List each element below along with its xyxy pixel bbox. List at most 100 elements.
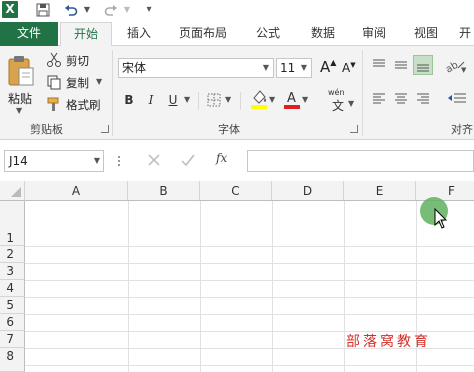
paste-dropdown-icon[interactable]: ▼ — [16, 106, 22, 115]
align-bottom-icon[interactable] — [413, 55, 433, 75]
row-header[interactable]: 8 — [0, 348, 25, 372]
cancel-icon[interactable] — [146, 152, 162, 168]
copy-icon[interactable] — [46, 74, 62, 90]
font-name-value: 宋体 — [122, 61, 147, 75]
clipboard-launcher-icon[interactable] — [101, 125, 109, 133]
column-header[interactable]: E — [344, 181, 416, 201]
font-name-box[interactable]: 宋体 ▼ — [118, 58, 274, 78]
row-header[interactable]: 3 — [0, 263, 25, 280]
phonetic-guide-char[interactable]: 文 — [332, 97, 344, 114]
row-header[interactable]: 6 — [0, 314, 25, 331]
font-color-dropdown-icon[interactable]: ▼ — [302, 95, 308, 104]
font-divider — [198, 92, 199, 110]
align-middle-icon[interactable] — [392, 56, 410, 74]
grid-line — [25, 314, 474, 315]
group-divider — [112, 50, 113, 136]
grow-font-icon: A — [320, 58, 331, 76]
font-size-box[interactable]: 11 ▼ — [276, 58, 312, 78]
copy-dropdown-icon[interactable]: ▼ — [96, 77, 102, 86]
grid-line — [25, 263, 474, 264]
decrease-indent-icon[interactable] — [446, 90, 468, 108]
italic-button[interactable]: I — [142, 90, 160, 110]
watermark-text: 部落窝教育 — [346, 334, 431, 350]
excel-logo: X — [2, 1, 18, 18]
font-group-label: 字体 — [218, 123, 240, 136]
row-header[interactable]: 2 — [0, 246, 25, 263]
font-divider — [240, 92, 241, 110]
paste-button[interactable]: 粘贴 — [8, 90, 32, 107]
row-header[interactable]: 1 — [0, 201, 25, 246]
tab-formulas[interactable]: 公式 — [244, 22, 292, 46]
name-box[interactable]: J14 ▼ — [4, 150, 104, 172]
align-top-icon[interactable] — [370, 56, 388, 74]
tab-insert[interactable]: 插入 — [114, 22, 164, 46]
fill-color-dropdown-icon[interactable]: ▼ — [269, 95, 275, 104]
borders-icon[interactable] — [206, 92, 222, 108]
redo-icon[interactable] — [102, 1, 120, 19]
font-name-dropdown-icon[interactable]: ▼ — [259, 59, 273, 77]
save-icon[interactable] — [34, 1, 52, 19]
row-header[interactable]: 7 — [0, 331, 25, 348]
customize-qat-icon[interactable]: ▾ — [142, 1, 156, 19]
cut-icon[interactable] — [46, 52, 62, 68]
paste-icon[interactable] — [6, 54, 36, 88]
underline-dropdown-icon[interactable]: ▼ — [184, 95, 190, 104]
select-all-corner[interactable] — [0, 181, 25, 201]
mouse-cursor-icon — [434, 207, 448, 230]
tab-review[interactable]: 审阅 — [354, 22, 394, 46]
bold-button[interactable]: B — [120, 90, 138, 110]
grow-font-button[interactable]: A▲ — [320, 58, 336, 76]
grid-line — [25, 280, 474, 281]
cut-button[interactable]: 剪切 — [66, 53, 89, 69]
font-size-value: 11 — [280, 61, 296, 75]
tab-data[interactable]: 数据 — [300, 22, 346, 46]
formula-bar-grip[interactable] — [117, 154, 121, 168]
undo-dropdown-icon[interactable]: ▼ — [82, 1, 92, 19]
enter-icon[interactable] — [180, 152, 196, 168]
tab-file[interactable]: 文件 — [0, 22, 58, 46]
ribbon-tabs: 文件 开始 插入 页面布局 公式 数据 审阅 视图 开 — [0, 22, 474, 47]
formula-input[interactable] — [247, 150, 474, 172]
row-header[interactable]: 4 — [0, 280, 25, 297]
underline-button[interactable]: U — [164, 90, 182, 110]
row-header[interactable]: 5 — [0, 297, 25, 314]
tab-view[interactable]: 视图 — [406, 22, 446, 46]
grid-line — [344, 201, 345, 372]
shrink-font-button[interactable]: A▼ — [342, 61, 356, 75]
align-right-icon[interactable] — [414, 90, 432, 108]
column-header[interactable]: D — [272, 181, 344, 201]
clipboard-group-label: 剪贴板 — [30, 123, 63, 136]
column-header[interactable]: F — [416, 181, 474, 201]
phonetic-guide-label[interactable]: wén — [328, 88, 345, 97]
align-left-icon[interactable] — [370, 90, 388, 108]
group-divider — [362, 50, 363, 136]
column-header[interactable]: A — [25, 181, 128, 201]
format-painter-icon[interactable] — [46, 96, 62, 112]
font-size-dropdown-icon[interactable]: ▼ — [297, 59, 311, 77]
grid-line — [25, 297, 474, 298]
copy-button[interactable]: 复制 — [66, 75, 89, 91]
column-header[interactable]: B — [128, 181, 200, 201]
insert-function-button[interactable]: fx — [216, 151, 227, 165]
grid-line — [200, 201, 201, 372]
redo-dropdown-icon[interactable]: ▼ — [122, 1, 132, 19]
font-launcher-icon[interactable] — [350, 125, 358, 133]
alignment-group-label: 对齐 — [451, 123, 473, 136]
ribbon: 粘贴 ▼ 剪切 复制 ▼ 格式刷 剪贴板 宋体 ▼ 11 ▼ A▲ A▼ B I… — [0, 46, 474, 140]
svg-text:ab: ab — [444, 60, 460, 74]
tab-home[interactable]: 开始 — [60, 22, 112, 47]
phonetic-dropdown-icon[interactable]: ▼ — [348, 99, 354, 108]
borders-dropdown-icon[interactable]: ▼ — [225, 95, 231, 104]
name-box-dropdown-icon[interactable]: ▼ — [94, 151, 100, 171]
format-painter-button[interactable]: 格式刷 — [66, 97, 101, 113]
undo-icon[interactable] — [62, 1, 80, 19]
align-center-icon[interactable] — [392, 90, 410, 108]
tab-developer[interactable]: 开 — [456, 22, 474, 46]
shrink-font-icon: A — [342, 61, 351, 75]
formula-bar: J14 ▼ fx — [0, 141, 474, 181]
fill-color-icon[interactable] — [250, 88, 268, 110]
orientation-icon[interactable]: ab ▼ — [444, 56, 468, 76]
column-header[interactable]: C — [200, 181, 272, 201]
font-color-icon[interactable]: A — [283, 88, 301, 110]
tab-page-layout[interactable]: 页面布局 — [168, 22, 238, 46]
